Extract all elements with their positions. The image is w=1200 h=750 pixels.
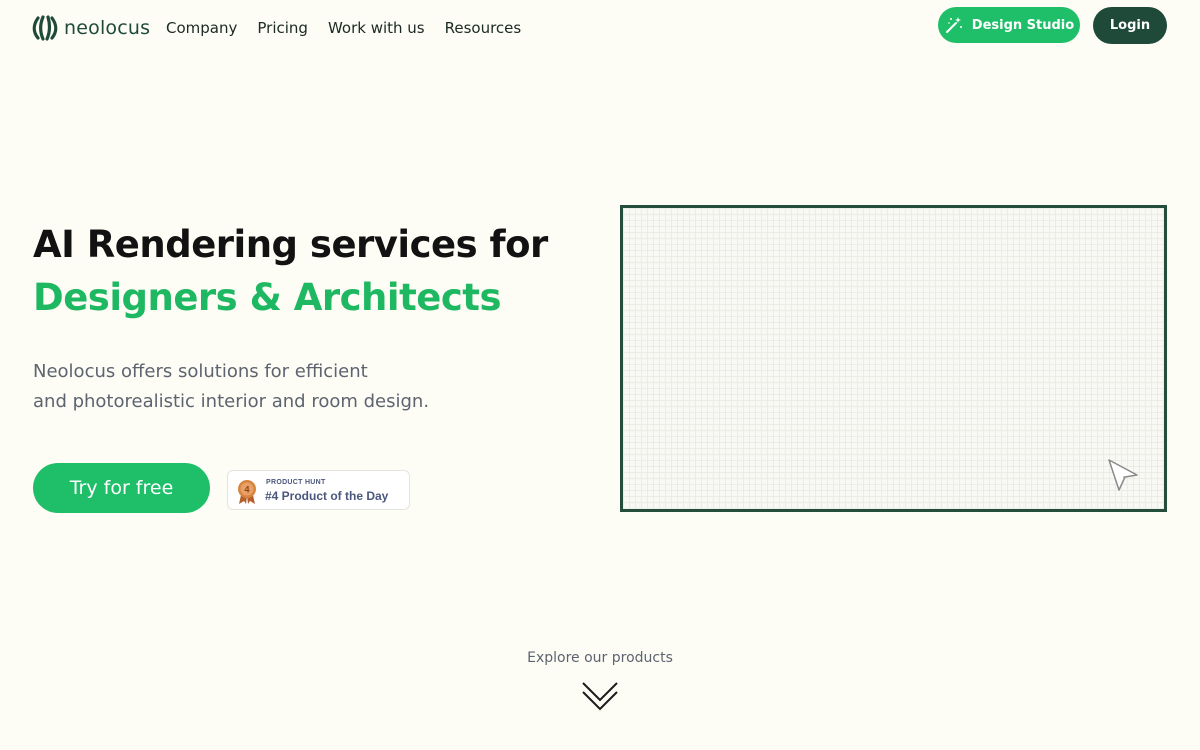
try-for-free-button[interactable]: Try for free (33, 463, 210, 513)
site-header: neolocus Company Pricing Work with us Re… (0, 0, 1200, 58)
hero-title: AI Rendering services for Designers & Ar… (33, 218, 593, 324)
medal-icon: 4 (238, 480, 256, 504)
design-studio-label: Design Studio (971, 17, 1075, 33)
nav-item-resources[interactable]: Resources (445, 19, 522, 37)
hero-title-line1: AI Rendering services for (33, 223, 548, 266)
login-button[interactable]: Login (1093, 7, 1167, 44)
logo-text: neolocus (64, 17, 151, 39)
nav-item-company[interactable]: Company (166, 19, 237, 37)
hero-description: Neolocus offers solutions for efficient … (33, 357, 553, 417)
leaf-logo-icon (32, 15, 58, 41)
double-chevron-down-icon[interactable] (580, 680, 620, 712)
demo-canvas[interactable] (620, 205, 1167, 512)
design-studio-button[interactable]: Design Studio (938, 7, 1080, 43)
nav-item-work-with-us[interactable]: Work with us (328, 19, 425, 37)
nav-item-pricing[interactable]: Pricing (257, 19, 308, 37)
magic-wand-icon (945, 17, 962, 33)
cursor-arrow-icon (1108, 459, 1138, 491)
product-hunt-badge[interactable]: 4 PRODUCT HUNT #4 Product of the Day (227, 470, 410, 510)
logo[interactable]: neolocus (32, 15, 150, 41)
medal-rank: 4 (244, 485, 249, 495)
hero-title-line2: Designers & Architects (33, 276, 502, 319)
main-nav: Company Pricing Work with us Resources (166, 19, 521, 37)
product-hunt-text: #4 Product of the Day (265, 489, 389, 503)
hero-description-line1: Neolocus offers solutions for efficient (33, 361, 368, 382)
product-hunt-kicker: PRODUCT HUNT (266, 479, 326, 486)
hero-description-line2: and photorealistic interior and room des… (33, 391, 430, 412)
explore-products-label: Explore our products (527, 650, 673, 666)
